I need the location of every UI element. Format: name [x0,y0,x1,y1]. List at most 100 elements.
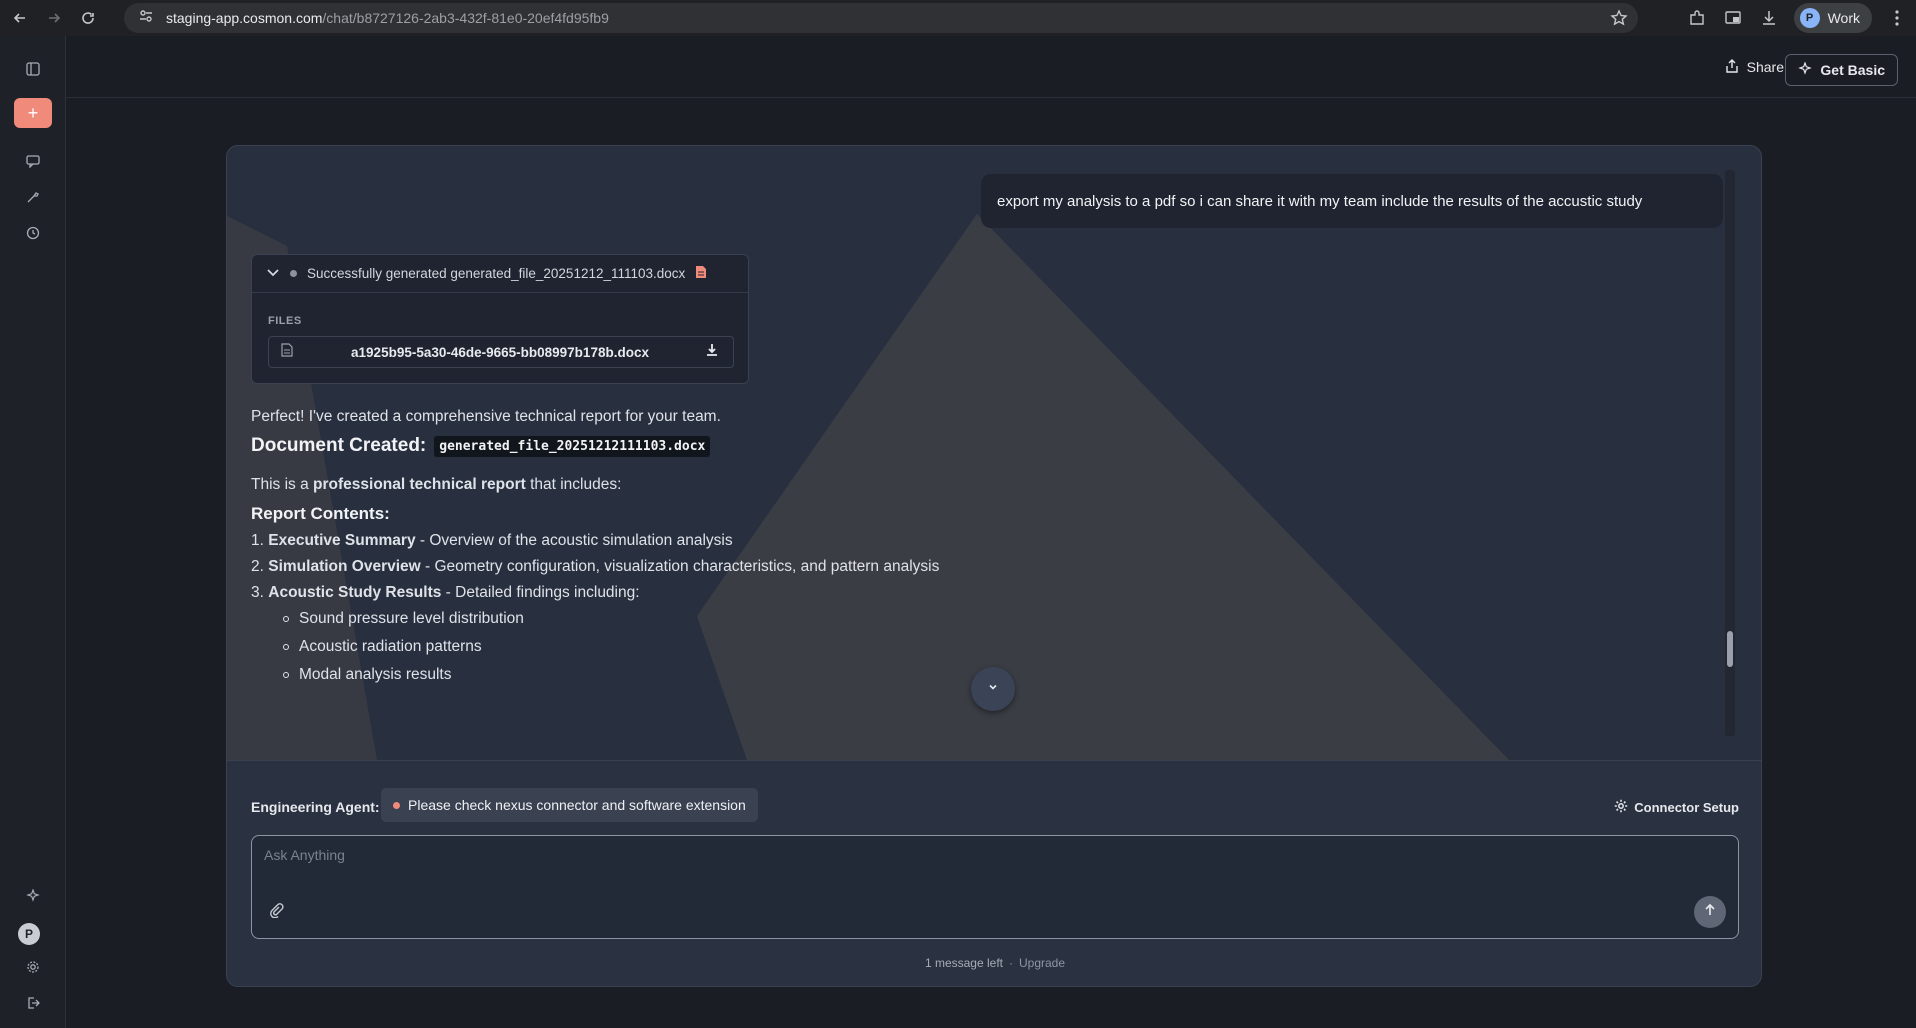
sparkle-icon [1798,60,1813,79]
chat-panel: export my analysis to a pdf so i can sha… [226,145,1762,987]
chat-history-icon[interactable] [14,146,52,176]
send-button[interactable] [1694,896,1726,928]
message-quota: 1 message left · Upgrade [227,956,1761,970]
url-host: staging-app.cosmon.com [166,10,323,26]
files-section-label: FILES [268,315,302,327]
user-avatar[interactable]: P [18,923,40,945]
message-input[interactable] [264,844,1664,866]
connector-setup-button[interactable]: Connector Setup [1614,799,1739,816]
site-settings-icon[interactable] [138,8,156,29]
profile-label: Work [1827,10,1860,26]
bullet-icon [283,672,289,678]
quota-text: 1 message left [924,956,1003,970]
bullet-item: Modal analysis results [283,666,451,684]
engineering-agent-label: Engineering Agent: [251,799,380,815]
kebab-menu-icon[interactable] [1886,7,1908,29]
tools-icon[interactable] [14,182,52,212]
upgrade-link[interactable]: Upgrade [1019,956,1065,970]
bookmark-star-icon[interactable] [1610,9,1628,32]
reload-icon[interactable] [74,4,102,32]
agent-status-chip[interactable]: Please check nexus connector and softwar… [381,788,758,822]
status-dot [393,801,400,809]
sidebar-toggle-icon[interactable] [14,54,52,84]
document-file-code: generated_file_20251212111103.docx [434,435,711,457]
list-number: 3. [251,584,264,601]
list-item: 1. Executive Summary - Overview of the a… [251,532,733,550]
browser-actions: P Work [1686,3,1908,33]
chevron-down-icon [987,680,999,698]
assistant-intro: Perfect! I've created a comprehensive te… [251,408,721,425]
profile-button[interactable]: P Work [1793,3,1872,33]
bullet-item: Acoustic radiation patterns [283,638,482,656]
composer: Engineering Agent: Please check nexus co… [227,760,1761,986]
status-dot [290,270,297,277]
agent-status-text: Please check nexus connector and softwar… [408,797,746,813]
list-item: 3. Acoustic Study Results - Detailed fin… [251,584,640,602]
scrollbar-thumb[interactable] [1727,631,1733,667]
download-icon[interactable] [1758,7,1780,29]
gear-icon [1614,799,1628,816]
list-title: Executive Summary [268,532,416,549]
scroll-to-bottom-button[interactable] [971,667,1015,711]
document-icon [695,265,707,282]
bullet-text: Modal analysis results [299,666,452,683]
share-label: Share [1746,59,1784,75]
url-path: /chat/b8727126-2ab3-432f-81e0-20ef4fd95f… [322,10,609,26]
list-item: 2. Simulation Overview - Geometry config… [251,558,939,576]
report-contents-heading: Report Contents: [251,504,390,523]
get-basic-button[interactable]: Get Basic [1785,54,1898,86]
list-desc: - Geometry configuration, visualization … [420,558,940,575]
url-text: staging-app.cosmon.com/chat/b8727126-2ab… [166,10,609,26]
file-name: a1925b95-5a30-46de-9665-bb08997b178b.doc… [351,344,649,360]
bullet-text: Acoustic radiation patterns [299,638,482,655]
profile-avatar: P [1799,8,1820,28]
list-desc: - Overview of the acoustic simulation an… [415,532,733,549]
settings-gear-icon[interactable] [14,952,52,982]
list-desc: - Detailed findings including: [441,584,640,601]
get-basic-label: Get Basic [1820,62,1885,78]
file-status-text: Successfully generated generated_file_20… [307,266,686,281]
share-button[interactable]: Share [1725,52,1784,82]
arrow-up-icon [1703,903,1717,922]
file-card-header[interactable]: Successfully generated generated_file_20… [252,255,748,293]
history-clock-icon[interactable] [14,218,52,248]
address-bar[interactable]: staging-app.cosmon.com/chat/b8727126-2ab… [124,3,1638,33]
plus-icon: + [27,102,39,123]
bullet-item: Sound pressure level distribution [283,610,524,628]
bullet-icon [283,616,289,622]
forward-icon[interactable] [40,4,68,32]
share-icon [1725,58,1739,76]
sparkle-icon[interactable] [14,881,52,911]
user-message-bubble: export my analysis to a pdf so i can sha… [981,174,1723,228]
document-created-heading: Document Created: generated_file_2025121… [251,435,711,457]
new-chat-button[interactable]: + [14,98,52,128]
list-number: 2. [251,558,264,575]
bullet-text: Sound pressure level distribution [299,610,524,627]
list-title: Simulation Overview [268,558,421,575]
browser-toolbar: staging-app.cosmon.com/chat/b8727126-2ab… [0,0,1916,36]
chat-messages[interactable]: export my analysis to a pdf so i can sha… [227,146,1761,760]
report-description: This is a professional technical report … [251,476,621,494]
sidebar-rail: + P [0,36,66,1028]
desc-suffix: that includes: [525,476,622,493]
list-title: Acoustic Study Results [268,584,442,601]
logout-icon[interactable] [14,988,52,1018]
quota-separator: · [1009,956,1013,970]
extensions-icon[interactable] [1686,7,1708,29]
document-created-label: Document Created: [251,435,427,456]
file-row[interactable]: a1925b95-5a30-46de-9665-bb08997b178b.doc… [268,336,734,368]
download-icon[interactable] [705,343,721,362]
generated-file-card: Successfully generated generated_file_20… [251,254,749,384]
connector-setup-label: Connector Setup [1634,800,1739,815]
list-number: 1. [251,532,264,549]
paperclip-icon[interactable] [268,902,284,923]
chevron-down-icon[interactable] [266,265,280,282]
desc-prefix: This is a [251,476,314,493]
cast-icon[interactable] [1722,7,1744,29]
file-icon [281,342,295,362]
app-header: Share Get Basic [66,36,1916,98]
bullet-icon [283,644,289,650]
back-icon[interactable] [6,4,34,32]
desc-bold: professional technical report [313,476,526,493]
message-input-box[interactable] [251,835,1739,939]
